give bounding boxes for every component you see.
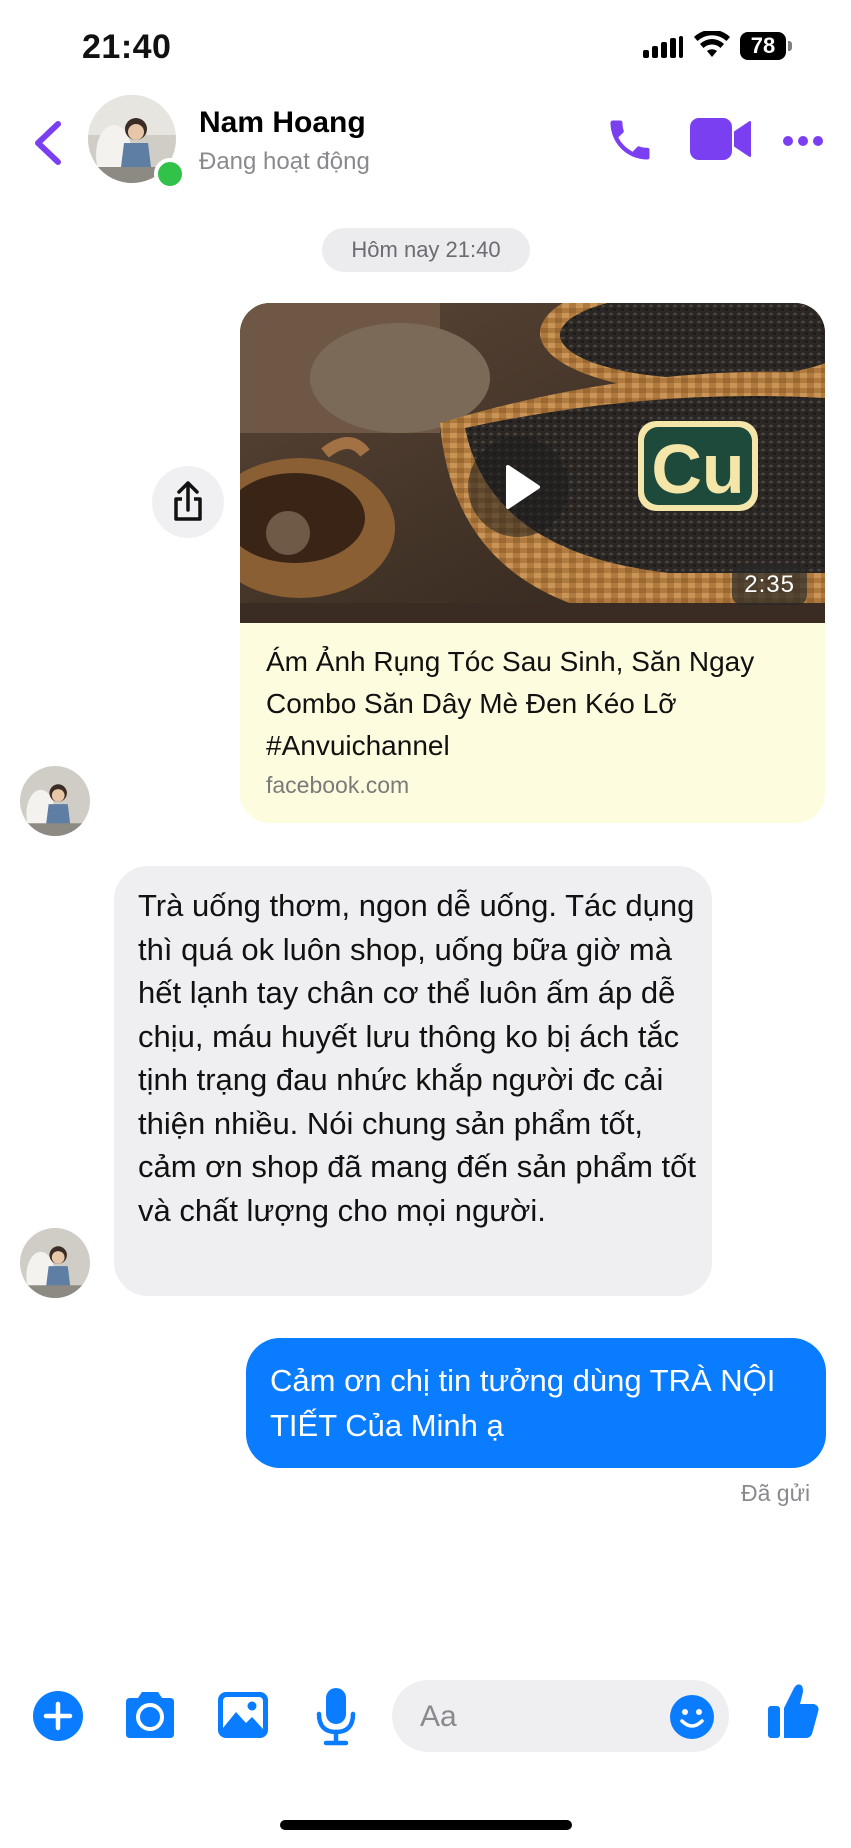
play-icon [506,465,540,509]
thumbs-up-icon[interactable] [766,1682,820,1740]
phone-icon[interactable] [604,114,656,166]
share-icon [174,481,202,521]
message-input[interactable] [418,1680,652,1754]
video-source-domain: facebook.com [266,772,410,798]
outgoing-message-text: Cảm ơn chị tin tưởng dùng TRÀ NỘI TIẾT C… [270,1363,776,1443]
status-time: 21:40 [82,28,172,66]
share-button[interactable] [152,466,224,538]
back-chevron-icon[interactable] [30,118,66,168]
sender-avatar[interactable] [20,766,90,836]
sender-avatar[interactable] [20,1228,90,1298]
svg-text:Cu: Cu [651,430,744,508]
message-input-pill [392,1680,729,1754]
play-button[interactable] [468,437,568,537]
shared-video-card[interactable]: Cu 2:35 Ám Ảnh Rụng Tóc Sau Sinh, Săn Ng… [240,303,825,823]
video-camera-icon[interactable] [690,116,752,162]
video-duration: 2:35 [732,565,807,605]
contact-status: Đang hoạt động [199,148,370,175]
wifi-icon [694,31,730,57]
battery-level: 78 [740,32,786,60]
more-icon[interactable] [782,134,824,148]
channel-logo: Cu [638,421,758,511]
emoji-icon[interactable] [669,1694,715,1740]
video-title[interactable]: Ám Ảnh Rụng Tóc Sau Sinh, Săn Ngay Combo… [266,641,796,767]
home-indicator [280,1820,572,1830]
battery-icon: 78 [740,32,792,60]
conversation-timestamp: Hôm nay 21:40 [322,228,530,272]
incoming-message-text: Trà uống thơm, ngon dễ uống. Tác dụng th… [138,888,696,1228]
delivery-status: Đã gửi [741,1480,811,1506]
gallery-icon[interactable] [216,1690,270,1740]
camera-icon[interactable] [122,1690,178,1740]
cellular-signal-icon [643,36,683,58]
online-status-dot [154,158,186,190]
microphone-icon[interactable] [314,1686,358,1746]
video-thumbnail[interactable]: Cu 2:35 [240,303,825,623]
contact-name[interactable]: Nam Hoang [199,106,366,140]
add-icon[interactable] [32,1690,84,1742]
